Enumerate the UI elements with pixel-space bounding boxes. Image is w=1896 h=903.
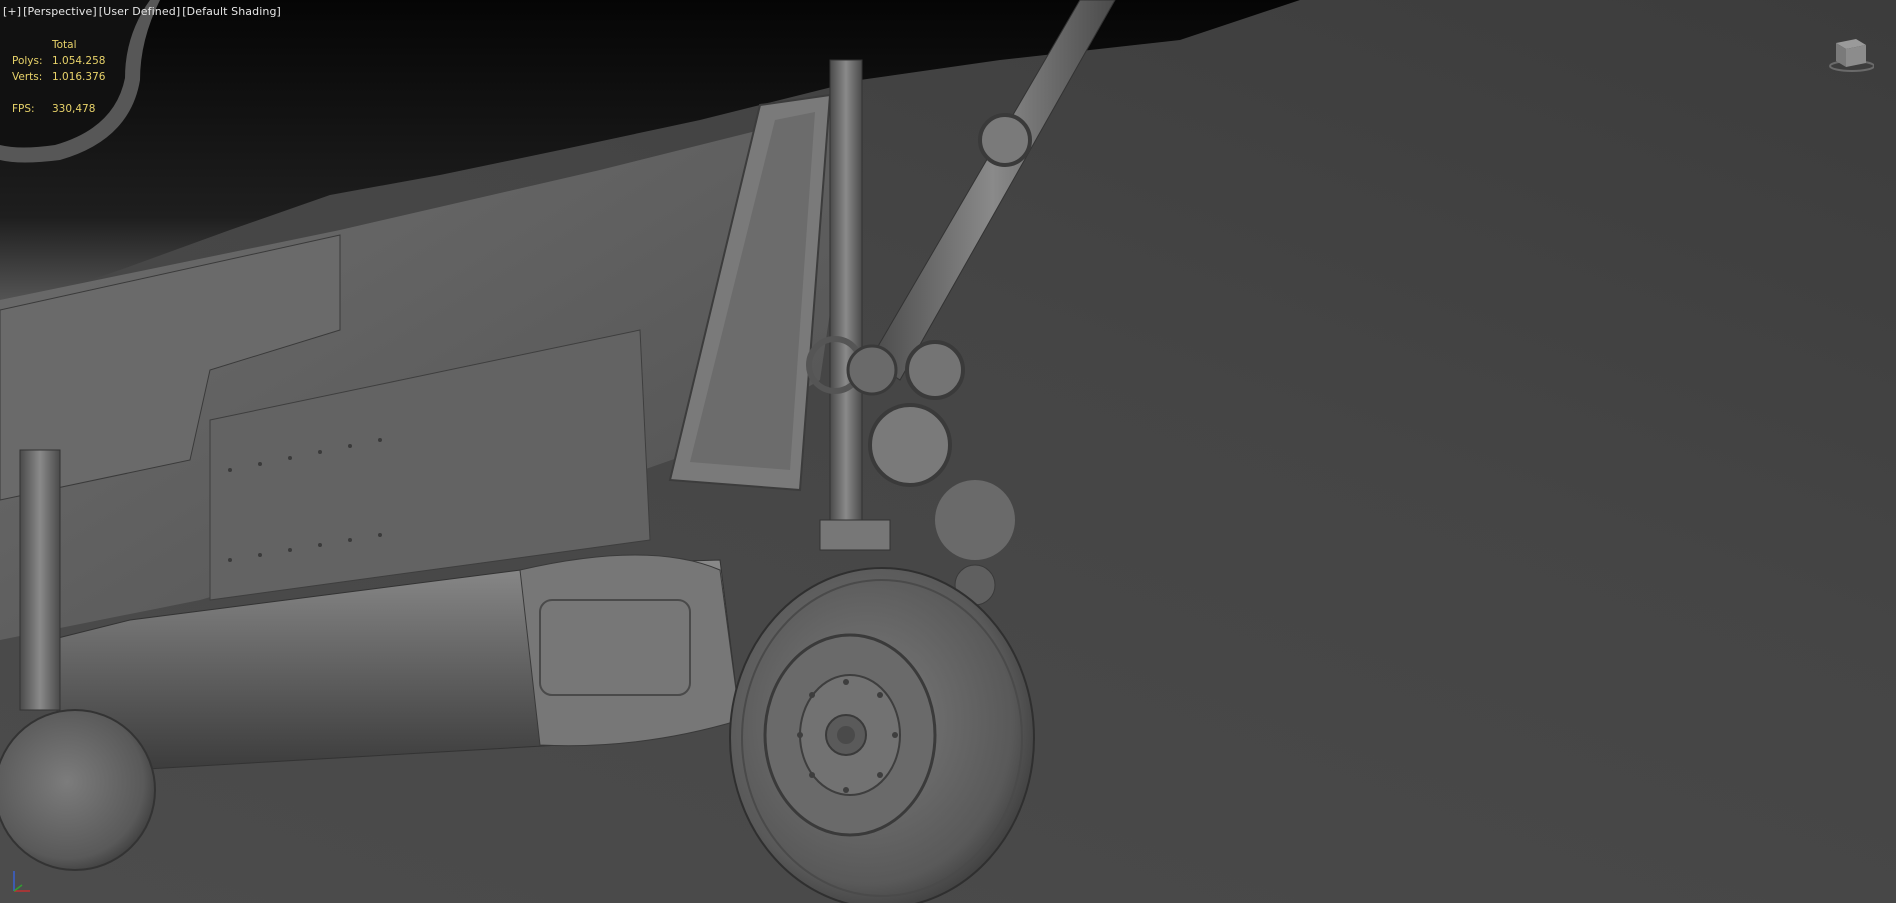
stats-fps-label: FPS: xyxy=(12,103,35,115)
stats-polys-label: Polys: xyxy=(12,55,43,67)
stats-fps-value: 330,478 xyxy=(52,103,96,115)
stats-fps-row: FPS: 330,478 xyxy=(12,101,95,117)
viewport-general-menu[interactable]: + xyxy=(3,5,21,18)
viewport-point-of-view-menu[interactable]: Perspective xyxy=(23,5,97,18)
viewport-shading-menu[interactable]: Default Shading xyxy=(182,5,281,18)
viewport-label-menu[interactable]: + Perspective User Defined Default Shadi… xyxy=(3,5,281,18)
stats-polys-row: Polys: 1.054.258 xyxy=(12,53,105,69)
landing-gear-model[interactable] xyxy=(0,0,1896,903)
viewport-user-defined-menu[interactable]: User Defined xyxy=(99,5,180,18)
stats-verts-row: Verts: 1.016.376 xyxy=(12,69,105,85)
stats-verts-value: 1.016.376 xyxy=(52,71,106,83)
viewcube-icon[interactable] xyxy=(1826,33,1874,75)
3d-viewport[interactable]: + Perspective User Defined Default Shadi… xyxy=(0,0,1896,903)
stats-header: Total xyxy=(52,39,77,51)
stats-verts-label: Verts: xyxy=(12,71,43,83)
stats-polys-value: 1.054.258 xyxy=(52,55,106,67)
axis-tripod-icon xyxy=(13,871,30,892)
